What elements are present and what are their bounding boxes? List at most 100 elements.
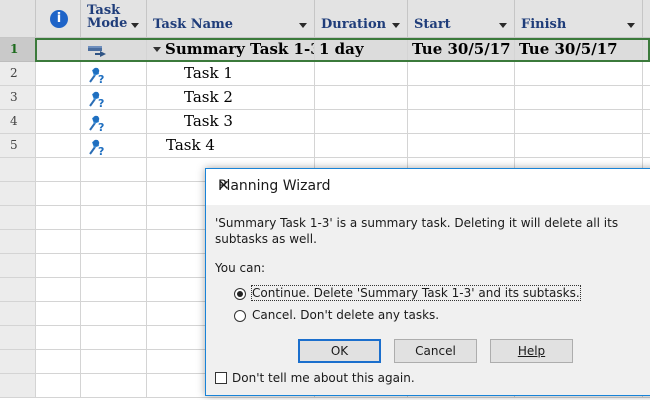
indicators-cell[interactable]	[36, 158, 81, 182]
option-continue-label[interactable]: Continue. Delete 'Summary Task 1-3' and …	[251, 285, 581, 301]
next-column-cell[interactable]	[643, 38, 650, 62]
task-mode-cell[interactable]	[81, 206, 147, 230]
help-button[interactable]: Help	[490, 339, 573, 363]
indicators-cell[interactable]	[36, 254, 81, 278]
task-mode-cell[interactable]	[81, 182, 147, 206]
ok-button[interactable]: OK	[298, 339, 381, 363]
row-id-cell[interactable]: 3	[0, 86, 36, 110]
duration-cell[interactable]	[315, 86, 408, 110]
indicators-cell[interactable]	[36, 134, 81, 158]
row-id-cell[interactable]	[0, 278, 36, 302]
row-id-cell[interactable]	[0, 374, 36, 398]
row-id-cell[interactable]: 2	[0, 62, 36, 86]
finish-cell[interactable]	[515, 86, 643, 110]
task-mode-cell[interactable]	[81, 230, 147, 254]
checkbox-box[interactable]	[215, 372, 227, 384]
start-cell[interactable]	[408, 134, 515, 158]
row-id-cell[interactable]	[0, 158, 36, 182]
collapse-triangle-icon[interactable]	[153, 47, 161, 52]
duration-cell[interactable]	[315, 134, 408, 158]
indicators-cell[interactable]	[36, 110, 81, 134]
chevron-down-icon[interactable]	[499, 23, 507, 28]
row-id-cell[interactable]	[0, 350, 36, 374]
task-name-cell[interactable]: Task 2	[147, 86, 315, 110]
indicators-cell[interactable]	[36, 302, 81, 326]
task-mode-cell[interactable]: ?	[81, 134, 147, 158]
task-mode-cell[interactable]	[81, 158, 147, 182]
indicators-cell[interactable]	[36, 182, 81, 206]
task-mode-cell[interactable]: ?	[81, 86, 147, 110]
task-name-cell[interactable]: Task 1	[147, 62, 315, 86]
task-name-cell[interactable]: Task 4	[147, 134, 315, 158]
table-row[interactable]: 1 Summary Task 1-3 1 day Tue 30/5/17 Tue 30/…	[0, 38, 650, 62]
duration-cell[interactable]	[315, 62, 408, 86]
chevron-down-icon[interactable]	[131, 23, 139, 28]
chevron-down-icon[interactable]	[627, 23, 635, 28]
indicators-cell[interactable]	[36, 230, 81, 254]
finish-cell[interactable]	[515, 134, 643, 158]
row-id-cell[interactable]	[0, 230, 36, 254]
task-mode-cell[interactable]	[81, 254, 147, 278]
column-header-indicators[interactable]: i	[36, 0, 81, 37]
finish-cell[interactable]: Tue 30/5/17	[515, 38, 643, 62]
column-header-next[interactable]	[643, 0, 650, 37]
row-id-cell[interactable]	[0, 206, 36, 230]
table-row[interactable]: 5? Task 4	[0, 134, 650, 158]
task-name-cell[interactable]: Task 3	[147, 110, 315, 134]
indicators-cell[interactable]	[36, 350, 81, 374]
finish-cell[interactable]	[515, 62, 643, 86]
start-cell[interactable]	[408, 62, 515, 86]
duration-cell[interactable]	[315, 110, 408, 134]
column-header-task-mode[interactable]: Task Mode	[81, 0, 147, 37]
table-row[interactable]: 4? Task 3	[0, 110, 650, 134]
dont-show-again-label[interactable]: Don't tell me about this again.	[232, 371, 415, 385]
indicators-cell[interactable]	[36, 278, 81, 302]
task-mode-cell[interactable]	[81, 374, 147, 398]
start-cell[interactable]	[408, 110, 515, 134]
chevron-down-icon[interactable]	[299, 23, 307, 28]
select-all-corner[interactable]	[0, 0, 36, 37]
chevron-down-icon[interactable]	[392, 23, 400, 28]
indicators-cell[interactable]	[36, 206, 81, 230]
indicators-cell[interactable]	[36, 86, 81, 110]
next-column-cell[interactable]	[643, 62, 650, 86]
close-icon[interactable]: ✕	[218, 178, 230, 194]
column-header-task-name[interactable]: Task Name	[147, 0, 315, 37]
column-header-start[interactable]: Start	[408, 0, 515, 37]
next-column-cell[interactable]	[643, 110, 650, 134]
indicators-cell[interactable]	[36, 326, 81, 350]
cancel-button[interactable]: Cancel	[394, 339, 477, 363]
indicators-cell[interactable]	[36, 62, 81, 86]
task-mode-cell[interactable]	[81, 350, 147, 374]
task-name-cell[interactable]: Summary Task 1-3	[147, 38, 315, 62]
task-mode-cell[interactable]	[81, 278, 147, 302]
start-cell[interactable]: Tue 30/5/17	[408, 38, 515, 62]
indicators-cell[interactable]	[36, 374, 81, 398]
dialog-titlebar[interactable]: Planning Wizard ✕	[206, 169, 650, 205]
option-cancel-label[interactable]: Cancel. Don't delete any tasks.	[252, 308, 439, 322]
radio-continue[interactable]	[234, 288, 246, 300]
task-mode-cell[interactable]: ?	[81, 110, 147, 134]
radio-cancel[interactable]	[234, 310, 246, 322]
duration-cell[interactable]: 1 day	[315, 38, 408, 62]
table-row[interactable]: 3? Task 2	[0, 86, 650, 110]
row-id-cell[interactable]: 5	[0, 134, 36, 158]
indicators-cell[interactable]	[36, 38, 81, 62]
task-mode-cell[interactable]	[81, 302, 147, 326]
column-header-finish[interactable]: Finish	[515, 0, 643, 37]
next-column-cell[interactable]	[643, 134, 650, 158]
row-id-cell[interactable]	[0, 254, 36, 278]
row-id-cell[interactable]: 1	[0, 38, 36, 62]
row-id-cell[interactable]	[0, 182, 36, 206]
finish-cell[interactable]	[515, 110, 643, 134]
table-row[interactable]: 2? Task 1	[0, 62, 650, 86]
column-header-duration[interactable]: Duration	[315, 0, 408, 37]
row-id-cell[interactable]	[0, 302, 36, 326]
start-cell[interactable]	[408, 86, 515, 110]
next-column-cell[interactable]	[643, 86, 650, 110]
task-mode-cell[interactable]	[81, 326, 147, 350]
task-mode-cell[interactable]	[81, 38, 147, 62]
row-id-cell[interactable]	[0, 326, 36, 350]
row-id-cell[interactable]: 4	[0, 110, 36, 134]
task-mode-cell[interactable]: ?	[81, 62, 147, 86]
